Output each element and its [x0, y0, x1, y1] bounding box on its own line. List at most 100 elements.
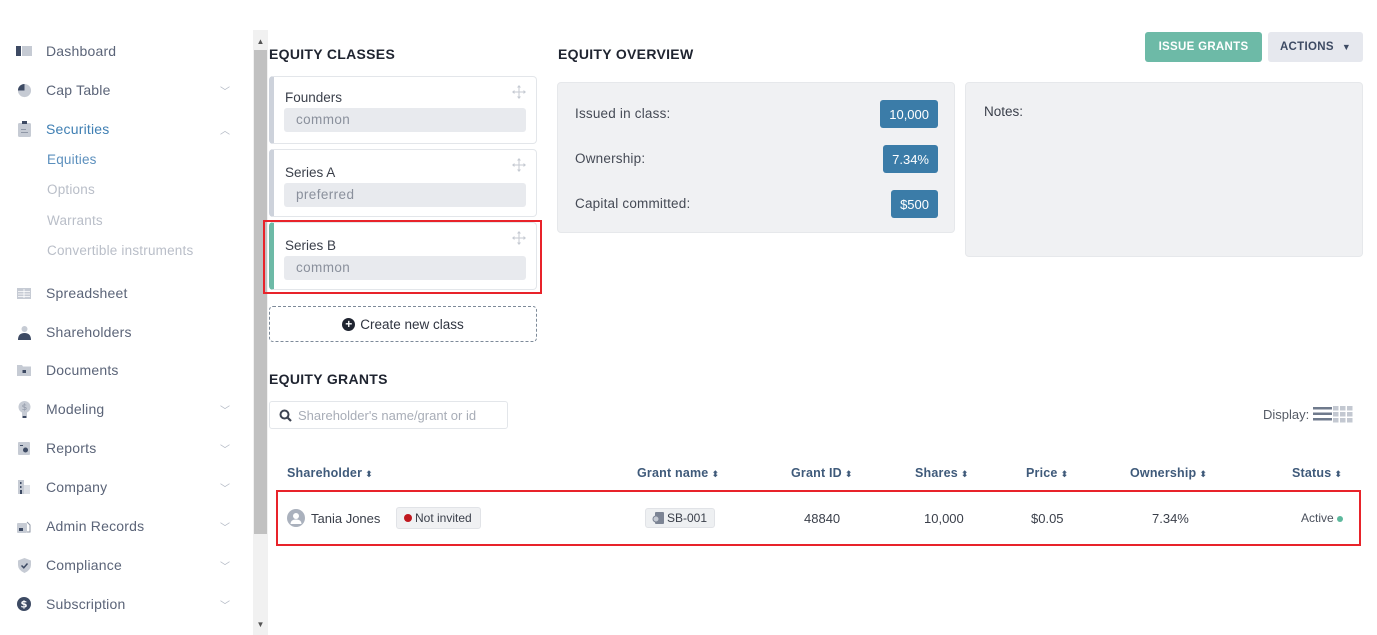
sidebar-item-label: Shareholders — [46, 324, 132, 340]
equity-grants-title: EQUITY GRANTS — [269, 371, 388, 387]
scroll-up-arrow-icon[interactable]: ▲ — [253, 34, 268, 48]
sort-icon: ⬍ — [1199, 469, 1208, 479]
equity-class-type: common — [284, 108, 526, 132]
capital-committed-badge: $500 — [891, 190, 938, 218]
actions-label: ACTIONS — [1279, 41, 1334, 53]
column-header-grant-id[interactable]: Grant ID ⬍ — [791, 466, 853, 480]
column-header-grant-name[interactable]: Grant name ⬍ — [637, 466, 719, 480]
caret-down-icon: ▼ — [1341, 42, 1352, 52]
column-header-price[interactable]: Price ⬍ — [1026, 466, 1068, 480]
dollar-circle-icon: $ — [16, 596, 32, 612]
sort-icon: ⬍ — [1334, 469, 1343, 479]
scrollbar-thumb[interactable] — [254, 50, 267, 534]
column-header-ownership[interactable]: Ownership ⬍ — [1130, 466, 1207, 480]
status-dot-icon — [404, 514, 412, 522]
sidebar-subitem-equities[interactable]: Equities — [47, 152, 97, 167]
dashboard-icon — [16, 43, 32, 59]
chevron-up-icon[interactable]: ︿ — [220, 122, 230, 137]
admin-records-icon — [16, 518, 32, 534]
grant-name-chip[interactable]: SB-001 — [645, 508, 716, 528]
display-label: Display: — [1263, 406, 1310, 422]
sidebar-item-documents[interactable]: Documents — [0, 358, 240, 382]
locked-folder-icon — [16, 362, 32, 378]
grants-search-box[interactable] — [269, 401, 508, 429]
equity-classes-title: EQUITY CLASSES — [269, 46, 396, 62]
sidebar-item-dashboard[interactable]: Dashboard — [0, 39, 240, 63]
grant-id-cell: 48840 — [804, 511, 841, 526]
sidebar-item-securities[interactable]: Securities ︿ — [0, 117, 240, 141]
notes-label: Notes: — [984, 104, 1024, 119]
sidebar-item-label: Reports — [46, 440, 97, 456]
sidebar-item-label: Dashboard — [46, 43, 117, 59]
chevron-down-icon[interactable]: ﹀ — [220, 402, 230, 417]
grants-search-input[interactable] — [298, 407, 498, 423]
shares-cell: 10,000 — [924, 511, 964, 526]
column-header-shareholder[interactable]: Shareholder ⬍ — [287, 466, 373, 480]
plus-circle-icon: + — [342, 317, 356, 331]
grant-name-label: SB-001 — [667, 511, 708, 525]
issued-in-class-label: Issued in class: — [575, 106, 671, 121]
scrollbar[interactable]: ▲ ▼ — [253, 30, 268, 635]
sidebar-item-subscription[interactable]: $ Subscription ﹀ — [0, 592, 240, 616]
sidebar-subitem-options[interactable]: Options — [47, 182, 95, 197]
chevron-down-icon[interactable]: ﹀ — [220, 441, 230, 456]
issue-grants-button[interactable]: ISSUE GRANTS — [1145, 32, 1262, 62]
report-icon — [16, 440, 32, 456]
list-view-icon[interactable] — [1313, 405, 1333, 423]
clipboard-icon — [16, 121, 32, 137]
grid-view-icon[interactable] — [1333, 405, 1353, 423]
svg-text:$: $ — [21, 600, 28, 611]
sidebar-item-modeling[interactable]: $ Modeling ﹀ — [0, 397, 240, 421]
display-toggle: Display: — [1263, 405, 1353, 423]
sidebar-item-spreadsheet[interactable]: Spreadsheet — [0, 281, 240, 305]
column-header-shares[interactable]: Shares ⬍ — [915, 466, 969, 480]
status-label: Active — [1301, 511, 1334, 525]
notes-panel[interactable]: Notes: — [965, 82, 1363, 257]
chevron-down-icon[interactable]: ﹀ — [220, 597, 230, 612]
sort-icon: ⬍ — [365, 469, 373, 479]
invite-status-badge: Not invited — [396, 507, 481, 529]
sort-icon: ⬍ — [1060, 469, 1069, 479]
sidebar-item-company[interactable]: Company ﹀ — [0, 475, 240, 499]
svg-text:$: $ — [21, 403, 27, 413]
sidebar-item-label: Subscription — [46, 596, 126, 612]
move-icon[interactable] — [512, 85, 526, 99]
sidebar-subitem-convertible-instruments[interactable]: Convertible instruments — [47, 243, 193, 258]
sort-icon: ⬍ — [960, 469, 969, 479]
scroll-down-arrow-icon[interactable]: ▼ — [253, 617, 268, 631]
user-icon — [16, 324, 32, 340]
chevron-down-icon[interactable]: ﹀ — [220, 519, 230, 534]
create-new-class-button[interactable]: + Create new class — [269, 306, 537, 342]
building-icon — [16, 479, 32, 495]
equity-class-card-founders[interactable]: Founders common — [269, 76, 537, 144]
ownership-badge: 7.34% — [883, 145, 938, 173]
move-icon[interactable] — [512, 158, 526, 172]
chevron-down-icon[interactable]: ﹀ — [220, 480, 230, 495]
create-new-class-label: Create new class — [360, 316, 464, 332]
column-header-status[interactable]: Status ⬍ — [1292, 466, 1342, 480]
sidebar-item-admin-records[interactable]: Admin Records ﹀ — [0, 514, 240, 538]
sidebar-subitem-warrants[interactable]: Warrants — [47, 213, 103, 228]
equity-overview-panel: Issued in class: 10,000 Ownership: 7.34%… — [557, 82, 955, 233]
certificate-icon — [652, 512, 664, 524]
equity-class-type: common — [284, 256, 526, 280]
table-icon — [16, 285, 32, 301]
sidebar-item-label: Modeling — [46, 401, 105, 417]
sidebar-item-reports[interactable]: Reports ﹀ — [0, 436, 240, 460]
actions-dropdown-button[interactable]: ACTIONS ▼ — [1268, 32, 1363, 62]
sidebar-item-label: Securities — [46, 121, 110, 137]
ownership-label: Ownership: — [575, 151, 646, 166]
sidebar-item-label: Cap Table — [46, 82, 111, 98]
sidebar-item-compliance[interactable]: Compliance ﹀ — [0, 553, 240, 577]
shareholder-name[interactable]: Tania Jones — [311, 511, 380, 526]
chevron-down-icon[interactable]: ﹀ — [220, 558, 230, 573]
chevron-down-icon[interactable]: ﹀ — [220, 83, 230, 98]
equity-class-card-series-a[interactable]: Series A preferred — [269, 149, 537, 217]
move-icon[interactable] — [512, 231, 526, 245]
sidebar-item-shareholders[interactable]: Shareholders — [0, 320, 240, 344]
sidebar-item-cap-table[interactable]: Cap Table ﹀ — [0, 78, 240, 102]
sidebar-item-label: Spreadsheet — [46, 285, 128, 301]
sort-icon: ⬍ — [711, 469, 720, 479]
equity-class-card-series-b[interactable]: Series B common — [269, 222, 537, 290]
capital-committed-label: Capital committed: — [575, 196, 691, 211]
